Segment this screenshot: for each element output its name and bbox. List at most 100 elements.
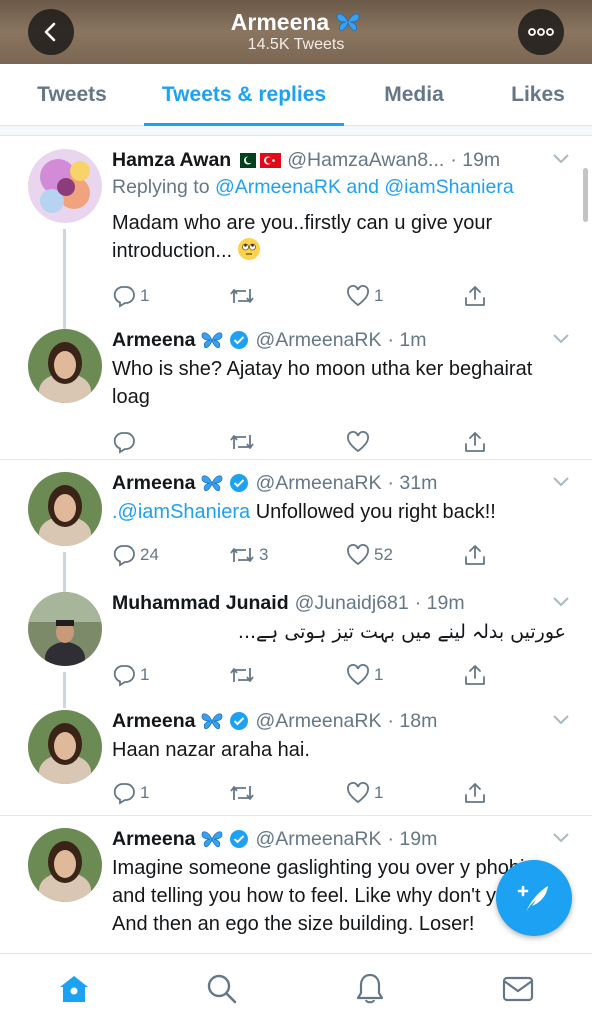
author-name[interactable]: Armeena	[112, 826, 195, 852]
caret-down-icon[interactable]	[552, 596, 570, 608]
reply-icon	[113, 783, 135, 805]
reply-button[interactable]	[112, 430, 229, 454]
compose-tweet-button[interactable]	[496, 860, 572, 936]
like-button[interactable]: 1	[346, 664, 463, 686]
avatar[interactable]	[28, 710, 102, 784]
tweet-time: · 19m	[387, 828, 438, 850]
share-icon	[465, 286, 485, 306]
avatar[interactable]	[28, 329, 102, 403]
author-handle[interactable]: @ArmeenaRK	[255, 708, 381, 734]
author-handle[interactable]: @ArmeenaRK	[255, 327, 381, 353]
rolling-eyes-emoji-icon	[237, 238, 260, 260]
tweet-item[interactable]: Muhammad Junaid @Junaidj681 · 19m عورتیں…	[0, 580, 592, 702]
reply-count: 1	[140, 286, 150, 305]
scrollbar[interactable]	[583, 168, 588, 222]
share-button[interactable]	[463, 781, 487, 805]
caret-down-icon[interactable]	[552, 832, 570, 844]
caret-down-icon[interactable]	[552, 476, 570, 488]
share-icon	[465, 545, 485, 565]
reply-button[interactable]: 1	[112, 781, 229, 805]
tweet-actions: 1 1	[112, 768, 574, 818]
thread-line	[63, 229, 66, 329]
butterfly-emoji-icon	[200, 711, 224, 731]
tweet-count: 14.5K Tweets	[247, 36, 345, 53]
reply-button[interactable]: 1	[112, 663, 229, 687]
reply-mention-1[interactable]: @ArmeenaRK	[215, 176, 341, 198]
back-button[interactable]	[28, 9, 74, 55]
avatar[interactable]	[28, 149, 102, 223]
author-name[interactable]: Armeena	[112, 470, 195, 496]
reply-count: 1	[140, 783, 150, 802]
caret-down-icon[interactable]	[552, 153, 570, 165]
thread-line	[63, 580, 66, 590]
tweet-item[interactable]: Armeena @ArmeenaRK · 18m Haan nazar arah…	[0, 698, 592, 816]
tab-media[interactable]: Media	[344, 64, 484, 125]
retweet-icon	[230, 435, 254, 449]
share-button[interactable]	[463, 663, 487, 687]
tweet-text: Madam who are you..firstly can u give yo…	[112, 209, 574, 265]
reply-mention-2[interactable]: @iamShaniera	[384, 176, 513, 198]
tweet-text-content: Unfollowed you right back!!	[250, 501, 496, 523]
header-name: Armeena	[230, 9, 330, 35]
tweet-item[interactable]: Armeena @ArmeenaRK · 1m Who is she? Ajat…	[0, 317, 592, 460]
author-handle[interactable]: @ArmeenaRK	[255, 470, 381, 496]
avatar[interactable]	[28, 592, 102, 666]
retweet-button[interactable]	[229, 664, 346, 686]
nav-search[interactable]	[192, 959, 252, 1019]
author-name[interactable]: Armeena	[112, 327, 195, 353]
reply-button[interactable]: 1	[112, 284, 229, 308]
mention-link[interactable]: .@iamShaniera	[112, 501, 250, 523]
share-button[interactable]	[463, 284, 487, 308]
tab-tweets[interactable]: Tweets	[0, 64, 144, 125]
avatar[interactable]	[28, 472, 102, 546]
retweet-count: 3	[259, 545, 269, 564]
turkey-flag-icon	[260, 152, 282, 168]
tab-likes[interactable]: Likes	[484, 64, 592, 125]
tweet-text: Who is she? Ajatay ho moon utha ker begh…	[112, 358, 533, 408]
like-button[interactable]: 1	[346, 285, 463, 307]
reply-count: 1	[140, 665, 150, 684]
nav-notifications[interactable]	[340, 959, 400, 1019]
more-button[interactable]	[518, 9, 564, 55]
retweet-button[interactable]	[229, 782, 346, 804]
like-button[interactable]	[346, 431, 463, 453]
author-name[interactable]: Muhammad Junaid	[112, 590, 289, 616]
header-title-block: Armeena 14.5K Tweets	[231, 9, 361, 55]
caret-down-icon[interactable]	[552, 714, 570, 726]
tweet-item[interactable]: Armeena @ArmeenaRK · 31m .@iamShaniera U…	[0, 460, 592, 592]
tweet-text: عورتیں بدلہ لینے میں بہت تیز ہوتی ہے...	[237, 621, 566, 643]
avatar[interactable]	[28, 828, 102, 902]
like-button[interactable]: 52	[346, 544, 463, 566]
retweet-button[interactable]: 3	[229, 544, 346, 566]
tweet-text: Haan nazar araha hai.	[112, 739, 310, 761]
reply-button[interactable]: 24	[112, 543, 229, 567]
like-button[interactable]: 1	[346, 782, 463, 804]
tab-tweets-and-replies[interactable]: Tweets & replies	[144, 64, 344, 126]
tweet-time: · 31m	[387, 472, 438, 494]
like-icon	[347, 782, 369, 804]
retweet-button[interactable]	[229, 431, 346, 453]
notifications-icon	[356, 973, 384, 1004]
tweet-time: · 1m	[387, 329, 427, 351]
caret-down-icon[interactable]	[552, 333, 570, 345]
reply-count: 24	[140, 545, 159, 564]
author-handle[interactable]: @HamzaAwan8...	[287, 147, 444, 173]
pakistan-flag-icon	[235, 152, 257, 168]
author-handle[interactable]: @ArmeenaRK	[255, 826, 381, 852]
nav-home[interactable]	[44, 959, 104, 1019]
author-handle[interactable]: @Junaidj681	[295, 590, 409, 616]
more-icon	[528, 28, 554, 36]
tweet-item[interactable]: Hamza Awan @HamzaAwan8... · 19m Replying…	[0, 137, 592, 329]
author-name[interactable]: Hamza Awan	[112, 147, 231, 173]
author-name[interactable]: Armeena	[112, 708, 195, 734]
butterfly-emoji-icon	[336, 13, 360, 31]
back-arrow-icon	[44, 22, 56, 42]
share-button[interactable]	[463, 543, 487, 567]
verified-badge-icon	[229, 473, 249, 493]
tweet-time: · 19m	[414, 592, 465, 614]
nav-messages[interactable]	[488, 959, 548, 1019]
reply-icon	[113, 665, 135, 687]
retweet-button[interactable]	[229, 285, 346, 307]
tweet-feed[interactable]: Hamza Awan @HamzaAwan8... · 19m Replying…	[0, 137, 592, 953]
share-button[interactable]	[463, 430, 487, 454]
